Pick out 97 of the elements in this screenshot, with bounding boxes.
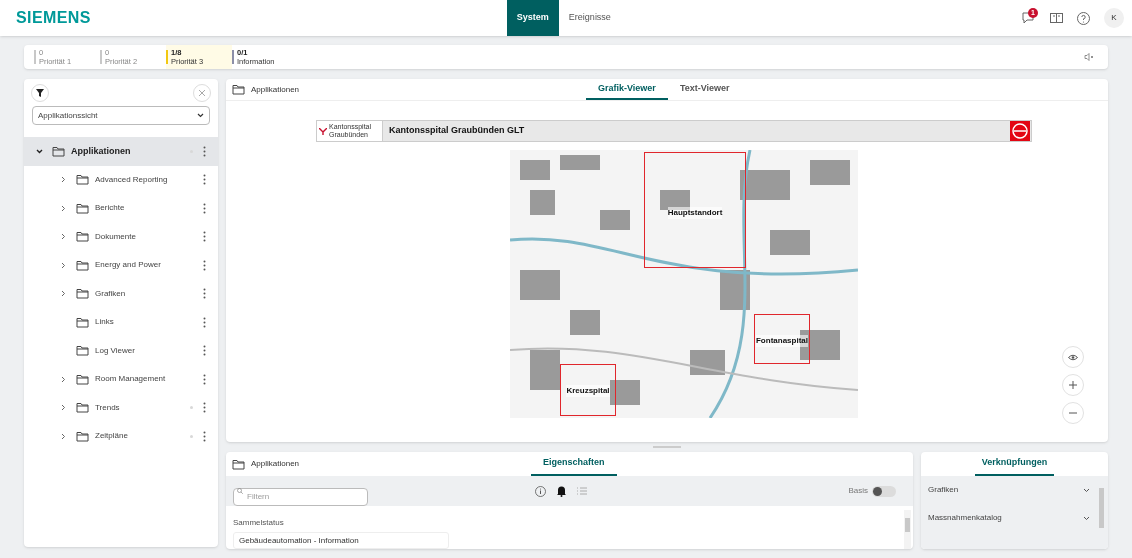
tree-label: Room Management (95, 373, 167, 386)
site-frame[interactable]: Kreuzspital (560, 364, 616, 416)
tree-item[interactable]: Grafiken (24, 279, 218, 308)
more-icon[interactable] (203, 231, 206, 243)
more-icon[interactable] (203, 202, 206, 214)
site-label: Kreuzspital (566, 385, 610, 397)
tree-label: Links (95, 316, 115, 329)
help-icon[interactable] (1077, 11, 1090, 25)
view-dropdown[interactable]: Applikationssicht (32, 106, 210, 125)
chevron-right-icon[interactable] (60, 233, 67, 241)
more-icon[interactable] (203, 316, 206, 328)
tree-label: Zeitpläne (95, 430, 129, 443)
chevron-right-icon[interactable] (60, 204, 67, 212)
folder-icon (52, 145, 65, 157)
plus-icon (1069, 381, 1077, 389)
viewer-tab[interactable]: Grafik-Viewer (586, 79, 668, 100)
folder-icon (76, 231, 89, 243)
folder-icon (76, 316, 89, 328)
folder-icon (232, 458, 245, 470)
user-avatar[interactable]: K (1104, 8, 1124, 28)
graphic-title: Kantonsspital Graubünden GLT (389, 124, 526, 138)
site-frame[interactable]: Fontanaspital (754, 314, 810, 364)
folder-icon (76, 288, 89, 300)
chevron-down-icon (1083, 487, 1090, 493)
site-frame[interactable]: Hauptstandort (644, 152, 746, 268)
eye-icon (1068, 353, 1078, 361)
nav-tab[interactable]: System (506, 0, 559, 36)
bell-icon[interactable] (556, 485, 567, 497)
scrollbar[interactable] (904, 510, 911, 549)
minus-icon (1069, 412, 1077, 414)
breadcrumb[interactable]: Applikationen (251, 458, 300, 470)
chevron-right-icon[interactable] (60, 261, 67, 269)
link-group[interactable]: Grafiken (921, 476, 1097, 504)
mute-icon[interactable] (1084, 53, 1094, 61)
more-icon[interactable] (203, 145, 206, 157)
tree-item[interactable]: Log Viewer (24, 336, 218, 365)
folder-icon (76, 202, 89, 214)
swoosh-icon (319, 127, 327, 135)
chevron-down-icon (197, 113, 204, 118)
visibility-button[interactable] (1062, 346, 1084, 368)
tree-item[interactable]: Room Management (24, 365, 218, 394)
chevron-right-icon[interactable] (60, 290, 67, 298)
tree-item[interactable]: Dokumente (24, 222, 218, 251)
tree-label: Log Viewer (95, 344, 136, 357)
folder-icon (76, 259, 89, 271)
folder-icon (76, 402, 89, 414)
chevron-down-icon (1083, 515, 1090, 521)
more-icon[interactable] (203, 345, 206, 357)
tree-item[interactable]: Energy and Power (24, 251, 218, 280)
tree-label: Dokumente (95, 230, 137, 243)
tree-label: Trends (95, 401, 121, 414)
folder-icon (232, 84, 245, 95)
status-field: Gebäudeautomation - Information (233, 532, 449, 549)
panel-icon[interactable] (1050, 13, 1063, 23)
chevron-right-icon[interactable] (60, 176, 67, 184)
site-label: Fontanaspital (756, 335, 808, 347)
basis-label: Basis (848, 485, 868, 497)
tree-item[interactable]: Berichte (24, 194, 218, 223)
folder-icon (76, 373, 89, 385)
filter-field[interactable]: Filtern (233, 487, 368, 506)
viewer-tab[interactable]: Text-Viewer (667, 79, 742, 100)
more-icon[interactable] (203, 402, 206, 414)
tree-item[interactable]: Applikationen (24, 137, 218, 166)
tree-item[interactable]: Links (24, 308, 218, 337)
tree-item[interactable]: Trends (24, 393, 218, 422)
tree-label: Berichte (95, 202, 126, 215)
nav-tab[interactable]: Ereignisse (558, 0, 621, 36)
more-icon[interactable] (203, 174, 206, 186)
filter-icon (36, 89, 44, 97)
chevron-right-icon[interactable] (60, 375, 67, 383)
basis-toggle[interactable] (872, 485, 896, 497)
brand-logo: SIEMENS (16, 8, 91, 28)
more-icon[interactable] (203, 430, 206, 442)
folder-icon (76, 345, 89, 357)
more-icon[interactable] (203, 288, 206, 300)
tree-item[interactable]: Zeitpläne (24, 422, 218, 451)
breadcrumb[interactable]: Applikationen (251, 83, 300, 96)
search-icon (237, 488, 243, 494)
chevron-down-icon[interactable] (36, 147, 43, 155)
tree-label: Energy and Power (95, 259, 162, 272)
chevron-right-icon[interactable] (60, 404, 67, 412)
tree-label: Grafiken (95, 287, 127, 300)
chevron-right-icon[interactable] (60, 432, 67, 440)
tree-label: Applikationen (71, 144, 132, 158)
close-icon (199, 90, 205, 96)
tree-label: Advanced Reporting (95, 173, 169, 186)
more-icon[interactable] (203, 259, 206, 271)
site-label: Hauptstandort (667, 207, 723, 219)
link-group[interactable]: Massnahmenkatalog (921, 504, 1097, 532)
folder-icon (76, 430, 89, 442)
emblem-icon (1010, 121, 1030, 141)
folder-icon (76, 174, 89, 186)
field-label: Sammelstatus (233, 517, 285, 529)
chat-icon (1022, 12, 1036, 24)
info-icon[interactable] (535, 485, 546, 497)
more-icon[interactable] (203, 373, 206, 385)
tree-item[interactable]: Advanced Reporting (24, 165, 218, 194)
